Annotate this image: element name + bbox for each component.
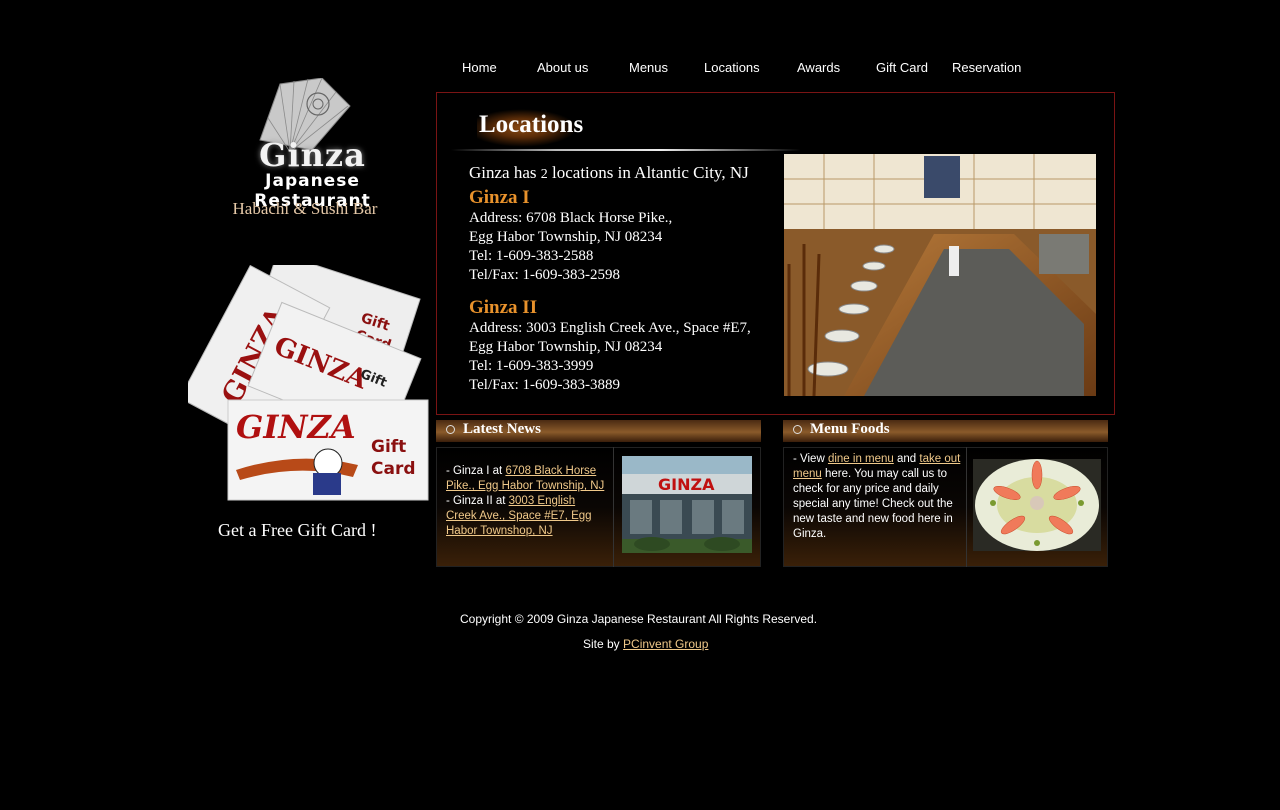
site-logo[interactable]: Ginza Japanese Restaurant Habachi & Sush… <box>210 78 415 228</box>
location-2-city: Egg Habor Township, NJ 08234 <box>469 339 663 355</box>
location-1-city: Egg Habor Township, NJ 08234 <box>469 229 663 245</box>
latest-news-text: - Ginza I at 6708 Black Horse Pike., Egg… <box>446 465 605 537</box>
nav-gift-card[interactable]: Gift Card <box>876 60 928 75</box>
latest-news-divider <box>613 447 614 567</box>
site-credit: Site by PCinvent Group <box>583 637 709 651</box>
restaurant-interior-photo <box>784 154 1096 396</box>
location-1-name: Ginza I <box>469 187 530 208</box>
menu-foods-title: Menu Foods <box>810 421 890 437</box>
locations-intro: Ginza has 2 locations in Altantic City, … <box>469 163 749 182</box>
location-2-tel: Tel: 1-609-383-3999 <box>469 358 594 374</box>
location-1-tel: Tel: 1-609-383-2588 <box>469 248 594 264</box>
bullet-circle-icon <box>446 425 455 434</box>
gift-card-image[interactable]: Gift Card GINZA GINZA Gift GINZA Gift Ca… <box>179 252 433 505</box>
main-nav: Home About us Menus Locations Awards Gif… <box>440 60 1040 80</box>
storefront-photo: GINZA <box>622 456 752 553</box>
locations-list: Ginza has 2 locations in Altantic City, … <box>469 163 799 395</box>
location-2-name: Ginza II <box>469 297 538 318</box>
gift-card-stack: Gift Card GINZA GINZA Gift GINZA Gift Ca… <box>179 252 429 501</box>
location-2-fax: Tel/Fax: 1-609-383-3889 <box>469 377 621 393</box>
nav-locations[interactable]: Locations <box>704 60 760 75</box>
logo-tagline: Habachi & Sushi Bar <box>232 199 378 218</box>
nav-home[interactable]: Home <box>462 60 497 75</box>
location-1-address: Address: 6708 Black Horse Pike., <box>469 210 673 226</box>
card-gift-label: Gift <box>371 437 406 457</box>
latest-news-title: Latest News <box>463 421 541 437</box>
nav-reservation[interactable]: Reservation <box>952 60 1021 75</box>
latest-news-header: Latest News <box>436 420 761 442</box>
menu-foods-header: Menu Foods <box>783 420 1108 442</box>
location-2-address: Address: 3003 English Creek Ave., Space … <box>469 320 751 336</box>
latest-news-box: Latest News - Ginza I at 6708 Black Hors… <box>436 420 761 567</box>
pcinvent-link[interactable]: PCinvent Group <box>623 637 708 651</box>
nav-awards[interactable]: Awards <box>797 60 840 75</box>
menu-foods-text: - View dine in menu and take out menu he… <box>793 453 961 540</box>
storefront-sign-text: GINZA <box>658 475 715 494</box>
dine-in-menu-link[interactable]: dine in menu <box>828 453 894 465</box>
nav-about-us[interactable]: About us <box>537 60 588 75</box>
gift-card-caption[interactable]: Get a Free Gift Card ! <box>218 520 376 541</box>
title-underline <box>451 149 801 151</box>
page-title: Locations <box>479 111 584 138</box>
copyright-text: Copyright © 2009 Ginza Japanese Restaura… <box>460 612 818 626</box>
card-brand-front: GINZA <box>236 408 356 446</box>
menu-foods-box: Menu Foods - View dine in menu and take … <box>783 420 1108 567</box>
food-dish-photo <box>973 459 1101 551</box>
location-1-fax: Tel/Fax: 1-609-383-2598 <box>469 267 621 283</box>
card-card-label: Card <box>371 459 416 479</box>
locations-panel: Locations Ginza has 2 locations in Altan… <box>436 92 1115 415</box>
nav-menus[interactable]: Menus <box>629 60 668 75</box>
logo-brand: Ginza <box>259 136 366 174</box>
bullet-circle-icon <box>793 425 802 434</box>
